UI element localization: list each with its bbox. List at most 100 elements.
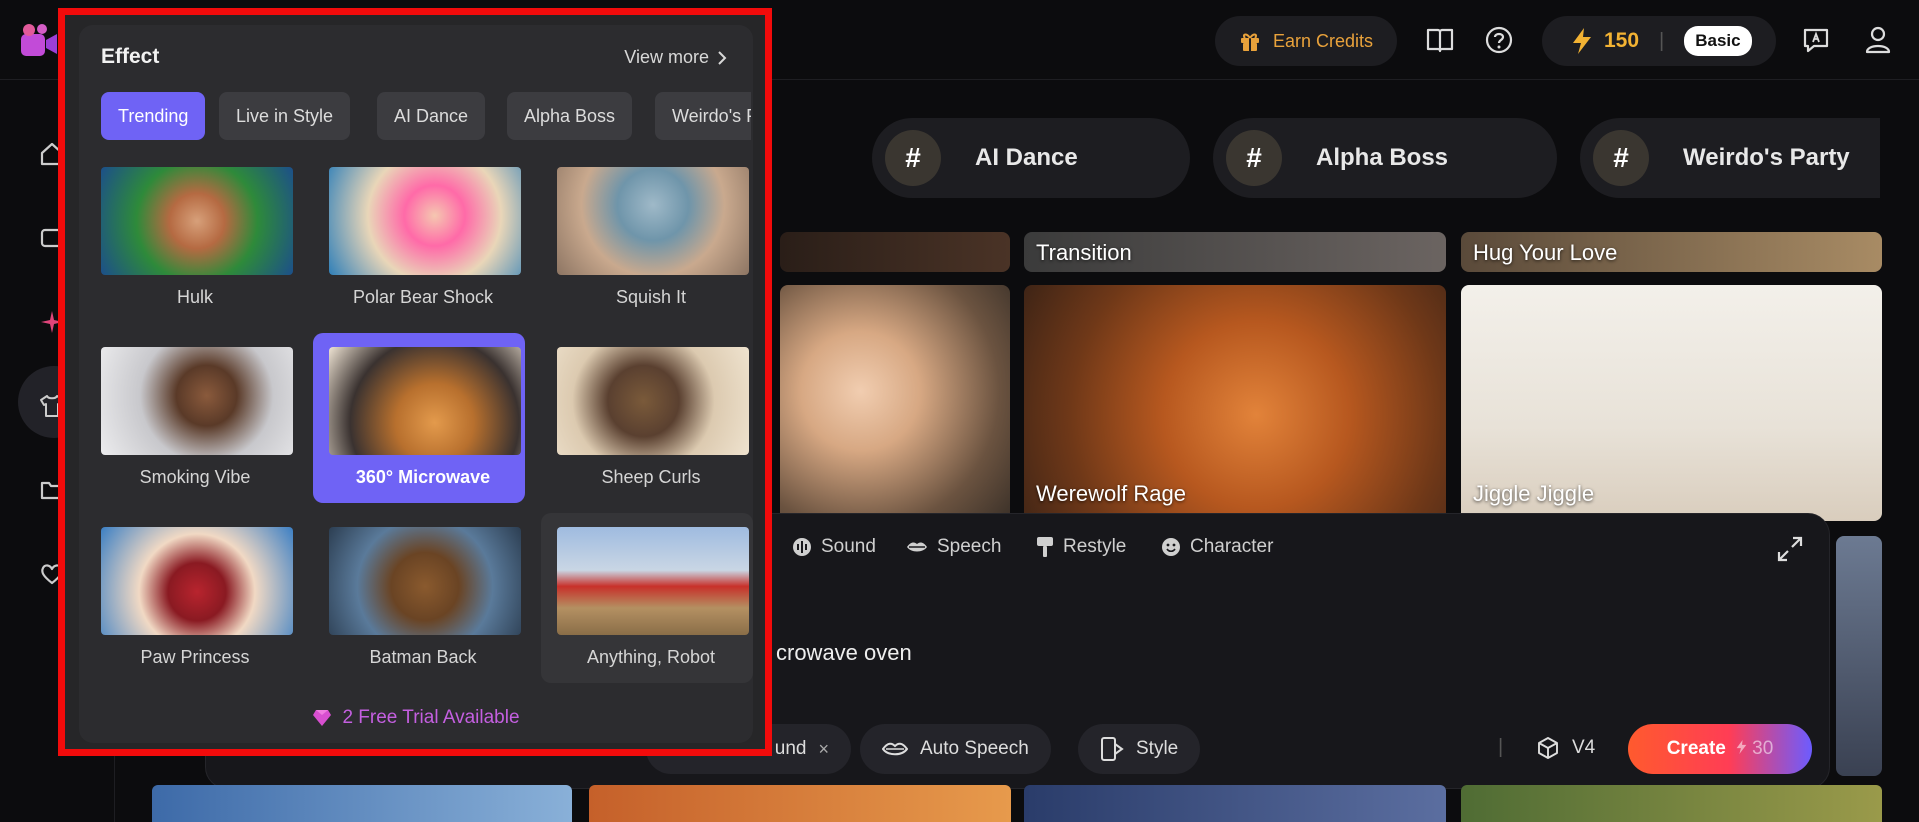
gallery-card-label: Hug Your Love xyxy=(1473,240,1618,265)
gem-icon xyxy=(313,710,332,726)
tab-restyle[interactable]: Restyle xyxy=(1036,536,1126,558)
gallery-card[interactable] xyxy=(1024,785,1446,822)
tab-alpha-boss[interactable]: Alpha Boss xyxy=(507,92,633,140)
effect-thumbnail xyxy=(329,347,521,455)
gallery-card[interactable] xyxy=(152,785,572,822)
divider: | xyxy=(1659,29,1665,52)
credit-balance-pill[interactable]: 150 | Basic xyxy=(1542,16,1776,66)
gift-icon xyxy=(1241,33,1259,51)
effect-thumbnail xyxy=(557,347,749,455)
style-icon xyxy=(1101,737,1124,761)
smile-icon xyxy=(1162,538,1180,556)
effect-name: Paw Princess xyxy=(140,647,250,667)
lips-icon xyxy=(907,542,927,552)
effect-popup-title: Effect xyxy=(101,45,160,68)
effect-name: Hulk xyxy=(176,287,213,307)
effect-tile-sheep-curls[interactable]: Sheep Curls xyxy=(541,333,753,503)
plan-badge[interactable]: Basic xyxy=(1684,26,1752,56)
free-trial-label: 2 Free Trial Available xyxy=(342,707,520,728)
create-cost-value: 30 xyxy=(1752,738,1774,759)
app-window: Earn Credits 150 | Basic # AI Dance # Al… xyxy=(0,0,1919,822)
tab-trending[interactable]: Trending xyxy=(101,92,206,140)
view-more-link[interactable]: View more xyxy=(624,47,727,68)
bolt-icon xyxy=(1736,740,1747,754)
tab-live-in-style[interactable]: Live in Style xyxy=(219,92,351,140)
category-chip-label: Alpha Boss xyxy=(1316,144,1449,171)
gallery-card-hug-your-love[interactable]: Hug Your Love xyxy=(1461,232,1882,272)
tab-label: Speech xyxy=(937,536,1002,557)
create-button[interactable]: Create 30 xyxy=(1628,724,1812,774)
tab-label: Character xyxy=(1190,536,1274,557)
effect-name: Batman Back xyxy=(369,647,477,667)
auto-speech-button[interactable]: Auto Speech xyxy=(860,724,1051,774)
feedback-icon[interactable] xyxy=(1800,24,1832,56)
category-chip-alpha-boss[interactable]: # Alpha Boss xyxy=(1213,118,1557,198)
effect-tile-squish-it[interactable]: Squish It xyxy=(541,153,753,323)
tab-speech[interactable]: Speech xyxy=(906,536,1001,558)
effect-thumbnail xyxy=(101,347,293,455)
gallery-card-jiggle-jiggle[interactable]: Jiggle Jiggle xyxy=(1461,285,1882,521)
create-label: Create xyxy=(1666,738,1726,759)
sound-icon xyxy=(793,538,811,556)
help-icon[interactable] xyxy=(1483,24,1515,56)
effect-thumbnail xyxy=(329,527,521,635)
chevron-right-icon xyxy=(718,50,727,65)
effect-name: 360° Microwave xyxy=(355,467,491,487)
expand-icon[interactable] xyxy=(1777,536,1803,562)
cube-icon xyxy=(1538,737,1558,759)
effect-name: Polar Bear Shock xyxy=(352,287,494,307)
gallery-card-transition[interactable]: Transition xyxy=(1024,232,1446,272)
app-logo-icon[interactable] xyxy=(20,22,58,58)
effect-tile-smoking-vibe[interactable]: Smoking Vibe xyxy=(85,333,297,503)
user-icon[interactable] xyxy=(1862,24,1894,56)
divider: | xyxy=(1498,736,1504,758)
earn-credits-button[interactable]: Earn Credits xyxy=(1215,16,1398,66)
gallery-card[interactable] xyxy=(589,785,1011,822)
effect-tile-paw-princess[interactable]: Paw Princess xyxy=(85,513,297,683)
effect-thumbnail xyxy=(557,167,749,275)
prompt-text[interactable]: crowave oven xyxy=(776,640,912,666)
gallery-card-werewolf-rage[interactable]: Werewolf Rage xyxy=(1024,285,1446,521)
earn-credits-label: Earn Credits xyxy=(1273,30,1374,51)
effect-thumbnail xyxy=(101,167,293,275)
effect-tile-polar-bear-shock[interactable]: Polar Bear Shock xyxy=(313,153,525,323)
effect-thumbnail xyxy=(557,527,749,635)
create-cost: 30 xyxy=(1736,738,1773,760)
gallery-card-baby[interactable] xyxy=(780,285,1010,521)
tab-character[interactable]: Character xyxy=(1161,536,1273,558)
effect-name: Anything, Robot xyxy=(586,647,716,667)
hashtag-icon: # xyxy=(885,130,941,186)
tab-ai-dance[interactable]: AI Dance xyxy=(377,92,486,140)
tab-label: Sound xyxy=(821,536,876,557)
credit-count: 150 xyxy=(1604,29,1640,52)
effect-thumbnail xyxy=(329,167,521,275)
style-button[interactable]: Style xyxy=(1078,724,1201,774)
tab-weirdos-party[interactable]: Weirdo's Part xyxy=(655,92,751,140)
gallery-card[interactable] xyxy=(1461,785,1882,822)
effect-tile-hulk[interactable]: Hulk xyxy=(85,153,297,323)
gallery-card[interactable] xyxy=(1836,536,1882,776)
gallery-card[interactable] xyxy=(780,232,1010,272)
gallery-card-label: Transition xyxy=(1036,240,1132,265)
button-label: und xyxy=(774,738,807,759)
model-selector[interactable]: V4 xyxy=(1536,736,1595,760)
view-more-label: View more xyxy=(624,47,709,67)
brush-icon xyxy=(1037,537,1053,557)
category-chip-ai-dance[interactable]: # AI Dance xyxy=(872,118,1190,198)
lips-icon xyxy=(882,742,908,756)
gallery-card-label: Jiggle Jiggle xyxy=(1473,481,1595,506)
category-chip-weirdos-party[interactable]: # Weirdo's Party xyxy=(1580,118,1880,198)
effect-tile-anything-robot[interactable]: Anything, Robot xyxy=(541,513,753,683)
free-trial-notice: 2 Free Trial Available xyxy=(79,707,753,729)
effect-tile-batman-back[interactable]: Batman Back xyxy=(313,513,525,683)
hashtag-icon: # xyxy=(1226,130,1282,186)
effect-thumbnail xyxy=(101,527,293,635)
effect-tabs: Trending Live in Style AI Dance Alpha Bo… xyxy=(101,92,751,140)
hashtag-icon: # xyxy=(1593,130,1649,186)
effect-popup-highlight: Effect View more Trending Live in Style … xyxy=(58,8,772,756)
tab-sound[interactable]: Sound xyxy=(792,536,876,558)
effect-tile-360-microwave[interactable]: 360° Microwave xyxy=(313,333,525,503)
book-icon[interactable] xyxy=(1424,24,1456,56)
close-icon[interactable]: × xyxy=(818,739,829,760)
tab-label: Restyle xyxy=(1063,536,1127,557)
